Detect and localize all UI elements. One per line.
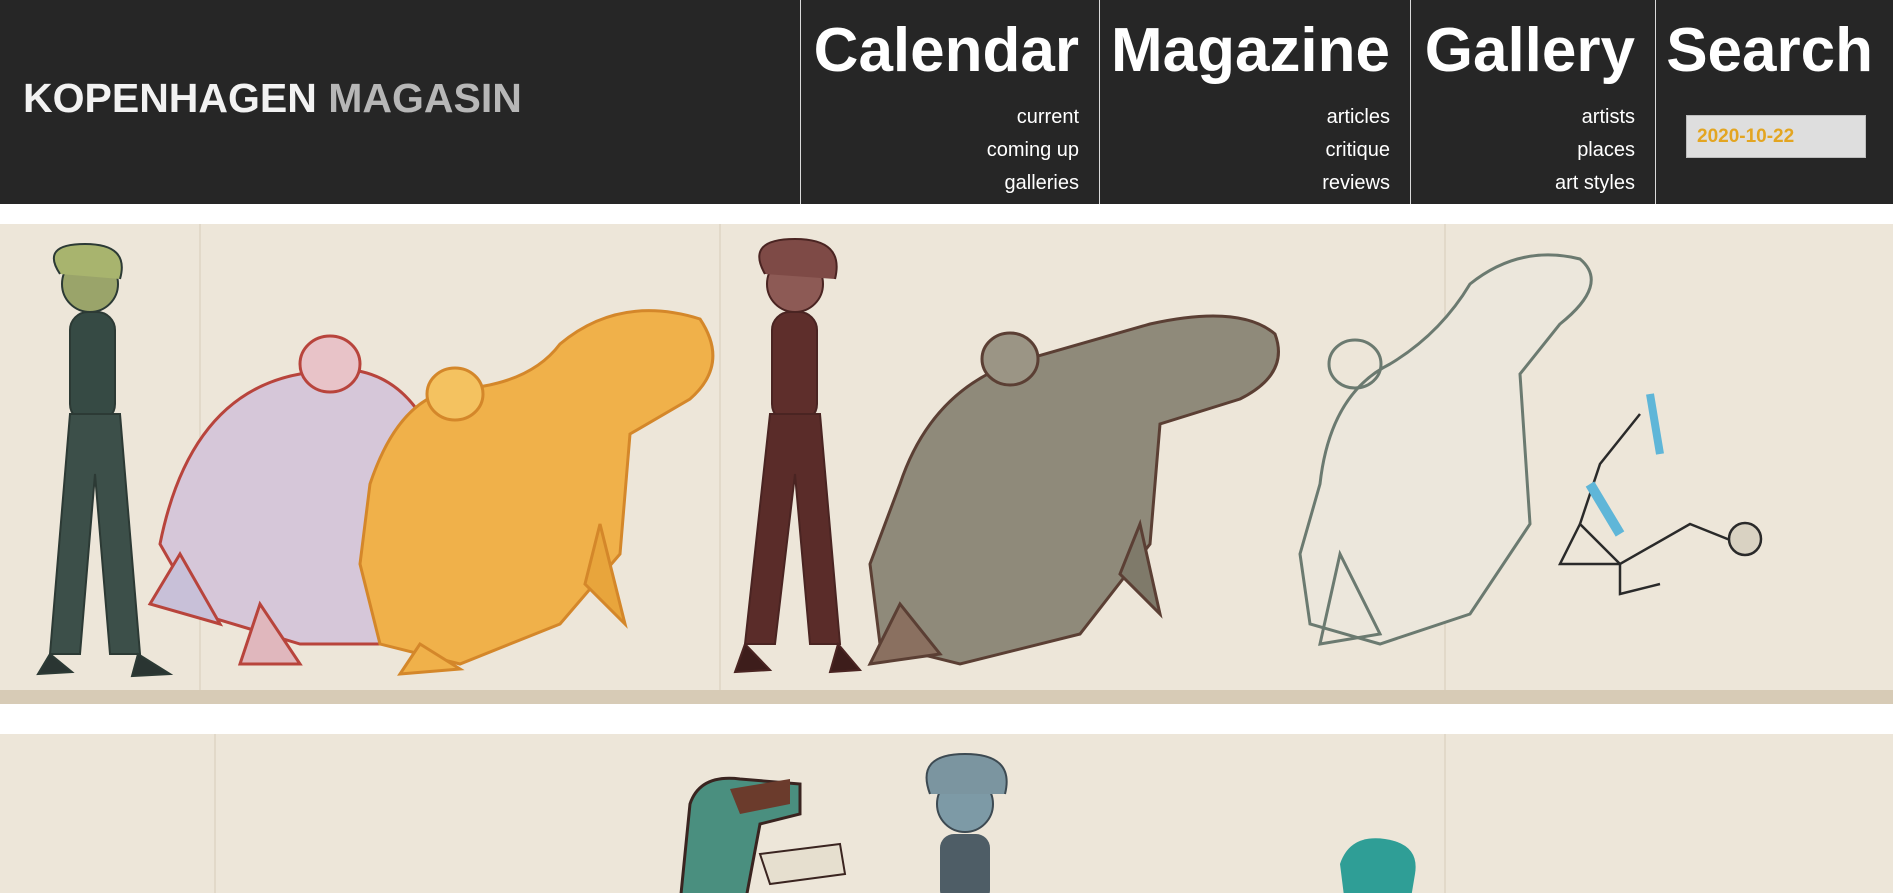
figure-creature [679,776,847,893]
nav-link-galleries[interactable]: galleries [987,167,1079,200]
nav-link-art-styles[interactable]: art styles [1555,167,1635,200]
nav-link-places[interactable]: places [1555,134,1635,167]
hero-artwork [0,204,1893,893]
nav-links-gallery: artists places art styles [1555,101,1635,200]
logo-part-1: KOPENHAGEN [23,75,317,121]
nav-link-critique[interactable]: critique [1322,134,1390,167]
figure-woman-2 [733,237,863,674]
artwork-figures-2 [214,734,1446,893]
nav-column-search: Search [1655,0,1893,204]
artwork-figures [0,224,1893,704]
nav-link-coming-up[interactable]: coming up [987,134,1079,167]
nav-link-current[interactable]: current [987,101,1079,134]
figure-woman-1 [36,242,174,678]
sculpture-orange [358,309,715,676]
figure-teal-shape [1340,838,1416,893]
nav-column-gallery: Gallery artists places art styles [1410,0,1655,204]
nav-link-articles[interactable]: articles [1322,101,1390,134]
nav-links-magazine: articles critique reviews [1322,101,1390,200]
search-date-input[interactable] [1686,115,1866,158]
nav-links-calendar: current coming up galleries [987,101,1079,200]
nav-link-artists[interactable]: artists [1555,101,1635,134]
nav-column-magazine: Magazine articles critique reviews [1099,0,1410,204]
nav-title-calendar[interactable]: Calendar [814,14,1079,88]
figure-woman-3 [925,752,1008,893]
nav-column-calendar: Calendar current coming up galleries [800,0,1099,204]
artwork-paper-strip [0,224,1893,704]
artwork-paper-strip-2 [0,734,1893,893]
nav-link-reviews[interactable]: reviews [1322,167,1390,200]
logo-part-2: MAGASIN [328,75,522,121]
site-logo[interactable]: KOPENHAGEN MAGASIN [23,74,522,122]
figure-tumbling [1557,393,1763,596]
nav-title-magazine[interactable]: Magazine [1111,14,1390,88]
nav-title-gallery[interactable]: Gallery [1425,14,1635,88]
site-header: KOPENHAGEN MAGASIN Calendar current comi… [0,0,1893,204]
nav-title-search[interactable]: Search [1666,14,1873,88]
sculpture-grey-brown [867,314,1280,666]
